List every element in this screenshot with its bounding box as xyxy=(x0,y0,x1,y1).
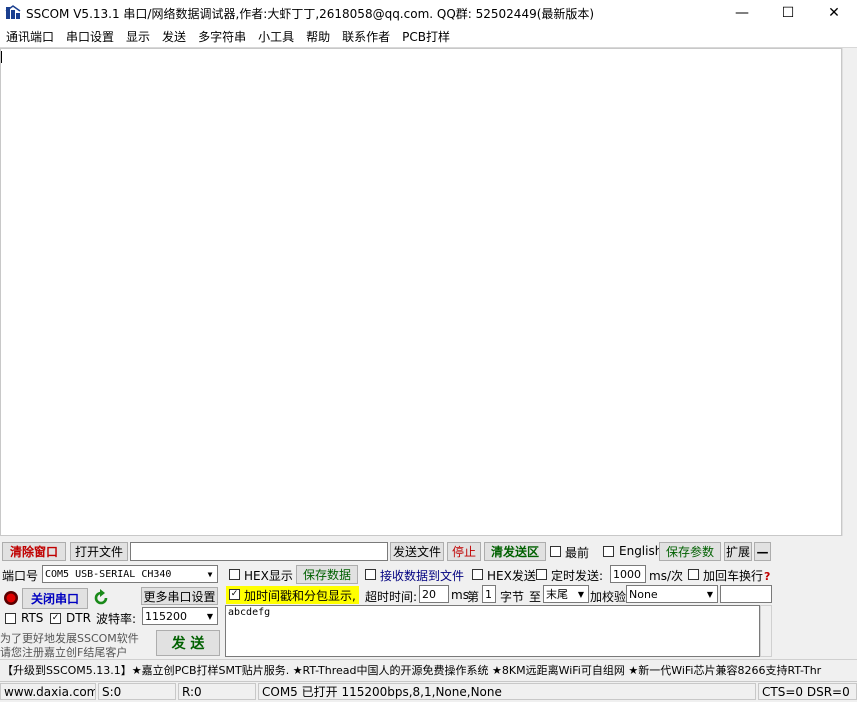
add-crlf-checkbox[interactable] xyxy=(688,569,699,580)
port-select[interactable]: COM5 USB-SERIAL CH340 ▼ xyxy=(42,565,218,583)
timed-send-label: 定时发送: xyxy=(551,569,604,583)
send-file-button[interactable]: 发送文件 xyxy=(390,542,444,561)
send-button[interactable]: 发 送 xyxy=(156,630,220,656)
window-title: SSCOM V5.13.1 串口/网络数据调试器,作者:大虾丁丁,2618058… xyxy=(26,7,595,21)
menu-serial-settings[interactable]: 串口设置 xyxy=(60,28,120,45)
nth-label: 第 xyxy=(467,590,480,604)
refresh-icon[interactable] xyxy=(92,589,110,607)
menu-display[interactable]: 显示 xyxy=(120,28,156,45)
close-port-button[interactable]: 关闭串口 xyxy=(22,588,88,609)
baud-select-value: 115200 xyxy=(145,609,187,623)
port-status-led-icon xyxy=(4,591,18,605)
hex-display-checkbox[interactable] xyxy=(229,569,240,580)
hex-send-checkbox[interactable] xyxy=(472,569,483,580)
recv-to-file-label[interactable]: 接收数据到文件 xyxy=(380,567,464,584)
close-window-button[interactable]: ✕ xyxy=(811,0,857,26)
news-ticker[interactable]: 【升级到SSCOM5.13.1】★嘉立创PCB打样SMT贴片服务. ★RT-Th… xyxy=(0,659,857,679)
menu-send[interactable]: 发送 xyxy=(156,28,192,45)
expand-button[interactable]: 扩展 xyxy=(724,542,752,561)
minimize-button[interactable]: — xyxy=(719,0,765,26)
timestamp-checkbox[interactable]: ✓ xyxy=(229,589,240,600)
interval-input[interactable]: 1000 xyxy=(610,565,646,583)
recv-to-file-checkbox[interactable] xyxy=(365,569,376,580)
text-caret xyxy=(1,51,2,63)
checksum-select-value: None xyxy=(629,587,658,601)
to-label: 至 xyxy=(529,590,542,604)
checksum-label: 加校验 xyxy=(590,590,627,604)
timestamp-label: 加时间戳和分包显示, xyxy=(244,589,356,603)
open-file-button[interactable]: 打开文件 xyxy=(70,542,128,561)
more-port-settings-button[interactable]: 更多串口设置 xyxy=(141,587,218,605)
checksum-result-field xyxy=(720,585,772,603)
clear-send-button[interactable]: 清发送区 xyxy=(484,542,546,561)
checksum-select[interactable]: None ▼ xyxy=(626,585,718,603)
stop-button[interactable]: 停止 xyxy=(447,542,481,561)
timeout-input[interactable]: 20 xyxy=(419,585,449,603)
chevron-down-icon: ▼ xyxy=(203,566,217,582)
send-text-area[interactable]: abcdefg xyxy=(225,605,760,657)
menu-pcb[interactable]: PCB打样 xyxy=(396,28,456,45)
status-site-link[interactable]: www.daxia.com xyxy=(0,683,96,700)
menu-tools[interactable]: 小工具 xyxy=(252,28,300,45)
baud-select[interactable]: 115200 ▼ xyxy=(142,607,218,625)
hex-display-label: HEX显示 xyxy=(244,569,293,583)
chevron-down-icon: ▼ xyxy=(203,608,217,624)
save-data-button[interactable]: 保存数据 xyxy=(296,565,358,584)
menu-multi-string[interactable]: 多字符串 xyxy=(192,28,252,45)
port-label: 端口号 xyxy=(2,569,39,583)
chevron-down-icon: ▼ xyxy=(703,586,717,602)
promo-line-2: 请您注册嘉立创F结尾客户 xyxy=(0,646,128,659)
menu-bar: 通讯端口 串口设置 显示 发送 多字符串 小工具 帮助 联系作者 PCB打样 xyxy=(0,26,857,48)
interval-unit-label: ms/次 xyxy=(649,569,683,583)
app-logo-icon xyxy=(5,5,21,19)
topmost-label: 最前 xyxy=(565,546,590,560)
dtr-checkbox[interactable]: ✓ xyxy=(50,613,61,624)
dtr-label: DTR xyxy=(66,611,91,625)
menu-help[interactable]: 帮助 xyxy=(300,28,336,45)
baud-label: 波特率: xyxy=(96,612,137,626)
send-scrollbar[interactable] xyxy=(760,605,772,657)
save-params-button[interactable]: 保存参数 xyxy=(659,542,721,561)
end-select[interactable]: 末尾 ▼ xyxy=(543,585,589,603)
status-signals: CTS=0 DSR=0 xyxy=(758,683,857,700)
clear-window-button[interactable]: 清除窗口 xyxy=(2,542,66,561)
english-label: English xyxy=(619,544,663,558)
english-checkbox[interactable] xyxy=(603,546,614,557)
menu-comm-port[interactable]: 通讯端口 xyxy=(0,28,60,45)
byte-label: 字节 xyxy=(500,590,525,604)
maximize-button[interactable]: ☐ xyxy=(765,0,811,26)
rts-checkbox[interactable] xyxy=(5,613,16,624)
rts-label: RTS xyxy=(21,611,44,625)
hex-send-label: HEX发送 xyxy=(487,569,536,583)
status-port-info: COM5 已打开 115200bps,8,1,None,None xyxy=(258,683,756,700)
receive-area[interactable] xyxy=(0,48,842,536)
timed-send-checkbox[interactable] xyxy=(536,569,547,580)
end-select-value: 末尾 xyxy=(546,588,568,601)
timeout-label: 超时时间: xyxy=(365,590,418,604)
receive-scrollbar[interactable] xyxy=(842,48,857,536)
add-crlf-label: 加回车换行 xyxy=(703,569,764,583)
chevron-down-icon: ▼ xyxy=(574,586,588,602)
status-received-count: R:0 xyxy=(178,683,256,700)
port-select-value: COM5 USB-SERIAL CH340 xyxy=(45,568,172,580)
menu-contact-author[interactable]: 联系作者 xyxy=(336,28,396,45)
file-path-input[interactable] xyxy=(130,542,388,561)
collapse-button[interactable]: — xyxy=(754,542,771,561)
status-sent-count: S:0 xyxy=(98,683,176,700)
help-question-icon[interactable]: ? xyxy=(764,570,770,583)
topmost-checkbox[interactable] xyxy=(550,546,561,557)
nth-input[interactable]: 1 xyxy=(482,585,496,603)
